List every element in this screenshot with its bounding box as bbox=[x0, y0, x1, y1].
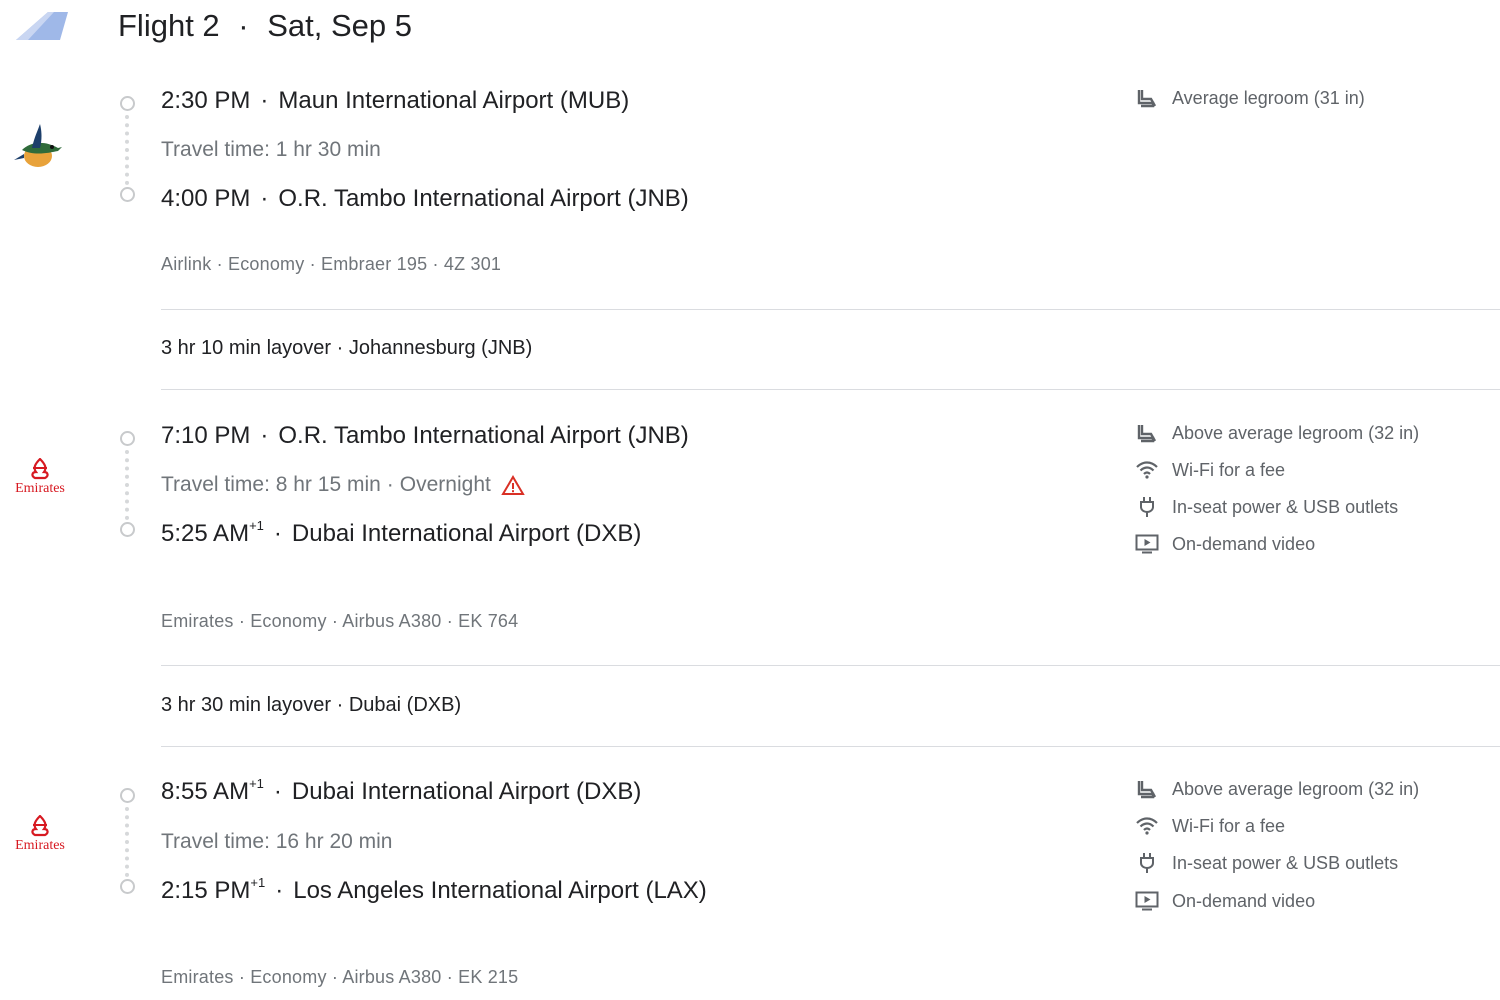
departure-time: 2:30 PM bbox=[161, 87, 251, 114]
emirates-logo-text: Emirates bbox=[15, 481, 65, 496]
divider bbox=[161, 309, 1500, 310]
route-dotted-line bbox=[125, 115, 129, 185]
arrival-airport: Dubai International Airport (DXB) bbox=[291, 520, 642, 547]
departure-airport: Dubai International Airport (DXB) bbox=[291, 778, 642, 805]
airlink-bird-logo bbox=[14, 124, 62, 167]
departure-row: 2:30 PM · Maun International Airport (MUB) bbox=[161, 87, 630, 114]
amenity-label: In-seat power & USB outlets bbox=[1172, 852, 1399, 873]
amenity-label: Wi-Fi for a fee bbox=[1172, 459, 1286, 480]
travel-time-label: Travel time: 1 hr 30 min bbox=[161, 138, 381, 161]
departure-airport: O.R. Tambo International Airport (JNB) bbox=[278, 422, 689, 449]
emirates-logo-text: Emirates bbox=[15, 838, 65, 853]
departure-time: 8:55 AM bbox=[161, 778, 250, 805]
travel-time-label: Travel time: 16 hr 20 min bbox=[161, 830, 393, 853]
amenity-label: Above average legroom (32 in) bbox=[1172, 778, 1420, 799]
departure-stop-marker bbox=[120, 431, 135, 446]
flight-details: Emirates · Economy · Airbus A380 · EK 21… bbox=[161, 967, 519, 987]
video-screen-icon bbox=[1134, 533, 1160, 555]
travel-time: Travel time: 8 hr 15 min · Overnight bbox=[161, 473, 525, 497]
amenity-label: In-seat power & USB outlets bbox=[1172, 496, 1399, 517]
arrival-stop-marker bbox=[120, 879, 135, 894]
flight-number-label: Flight 2 bbox=[118, 8, 220, 43]
amenity-label: Above average legroom (32 in) bbox=[1172, 422, 1420, 443]
route-dotted-line bbox=[125, 807, 129, 877]
arrival-row: 2:15 PM+1 · Los Angeles International Airp… bbox=[161, 875, 707, 904]
day-offset: +1 bbox=[250, 875, 266, 890]
amenity-legroom: Above average legroom (32 in) bbox=[1134, 778, 1419, 800]
amenity-power: In-seat power & USB outlets bbox=[1134, 496, 1398, 518]
travel-time-label: Travel time: 8 hr 15 min bbox=[161, 473, 381, 496]
seat-icon bbox=[1134, 422, 1160, 444]
amenity-legroom: Average legroom (31 in) bbox=[1134, 87, 1365, 109]
layover-info: 3 hr 30 min layover · Dubai (DXB) bbox=[161, 694, 462, 716]
wifi-icon bbox=[1134, 459, 1160, 481]
arrival-row: 4:00 PM · O.R. Tambo International Airport… bbox=[161, 185, 689, 212]
arrival-airport: O.R. Tambo International Airport (JNB) bbox=[278, 185, 689, 212]
amenity-label: Average legroom (31 in) bbox=[1172, 87, 1365, 108]
day-offset: +1 bbox=[249, 776, 264, 791]
amenity-video: On-demand video bbox=[1134, 890, 1315, 912]
flight-date-label: Sat, Sep 5 bbox=[267, 8, 413, 43]
travel-time: Travel time: 16 hr 20 min bbox=[161, 830, 392, 854]
route-dotted-line bbox=[125, 450, 129, 520]
overnight-label: Overnight bbox=[399, 473, 491, 496]
emirates-emblem-icon bbox=[31, 814, 49, 837]
power-plug-icon bbox=[1134, 852, 1160, 874]
departure-stop-marker bbox=[120, 96, 135, 111]
day-offset: +1 bbox=[249, 518, 264, 533]
flight-details: Emirates · Economy · Airbus A380 · EK 76… bbox=[161, 611, 519, 631]
amenity-wifi: Wi-Fi for a fee bbox=[1134, 459, 1285, 481]
arrival-airport: Los Angeles International Airport (LAX) bbox=[293, 877, 707, 904]
emirates-logo: Emirates bbox=[12, 457, 68, 514]
flight-tail-logo bbox=[16, 12, 68, 40]
layover-info: 3 hr 10 min layover · Johannesburg (JNB) bbox=[161, 337, 533, 359]
amenity-label: On-demand video bbox=[1172, 890, 1316, 911]
warning-icon[interactable] bbox=[501, 474, 525, 496]
page-title: Flight 2 · Sat, Sep 5 bbox=[118, 8, 413, 43]
seat-icon bbox=[1134, 778, 1160, 800]
arrival-stop-marker bbox=[120, 522, 135, 537]
divider bbox=[161, 389, 1500, 390]
emirates-logo: Emirates bbox=[12, 814, 68, 871]
arrival-row: 5:25 AM+1 · Dubai International Airport (D… bbox=[161, 518, 642, 547]
arrival-time: 5:25 AM bbox=[161, 520, 250, 547]
video-screen-icon bbox=[1134, 890, 1160, 912]
divider bbox=[161, 665, 1500, 666]
seat-icon bbox=[1134, 87, 1160, 109]
amenity-video: On-demand video bbox=[1134, 533, 1315, 555]
amenity-power: In-seat power & USB outlets bbox=[1134, 852, 1398, 874]
power-plug-icon bbox=[1134, 496, 1160, 518]
amenity-legroom: Above average legroom (32 in) bbox=[1134, 422, 1419, 444]
emirates-emblem-icon bbox=[31, 457, 49, 480]
departure-airport: Maun International Airport (MUB) bbox=[278, 87, 630, 114]
departure-row: 8:55 AM+1 · Dubai International Airport (D… bbox=[161, 776, 642, 805]
amenity-wifi: Wi-Fi for a fee bbox=[1134, 815, 1285, 837]
departure-stop-marker bbox=[120, 788, 135, 803]
arrival-stop-marker bbox=[120, 187, 135, 202]
wifi-icon bbox=[1134, 815, 1160, 837]
travel-time: Travel time: 1 hr 30 min bbox=[161, 138, 381, 162]
flight-details: Airlink · Economy · Embraer 195 · 4Z 301 bbox=[161, 254, 502, 274]
departure-row: 7:10 PM · O.R. Tambo International Airport… bbox=[161, 422, 689, 449]
arrival-time: 4:00 PM bbox=[161, 185, 251, 212]
amenity-label: On-demand video bbox=[1172, 533, 1316, 554]
divider bbox=[161, 746, 1500, 747]
amenity-label: Wi-Fi for a fee bbox=[1172, 815, 1286, 836]
departure-time: 7:10 PM bbox=[161, 422, 251, 449]
arrival-time: 2:15 PM bbox=[161, 877, 251, 904]
